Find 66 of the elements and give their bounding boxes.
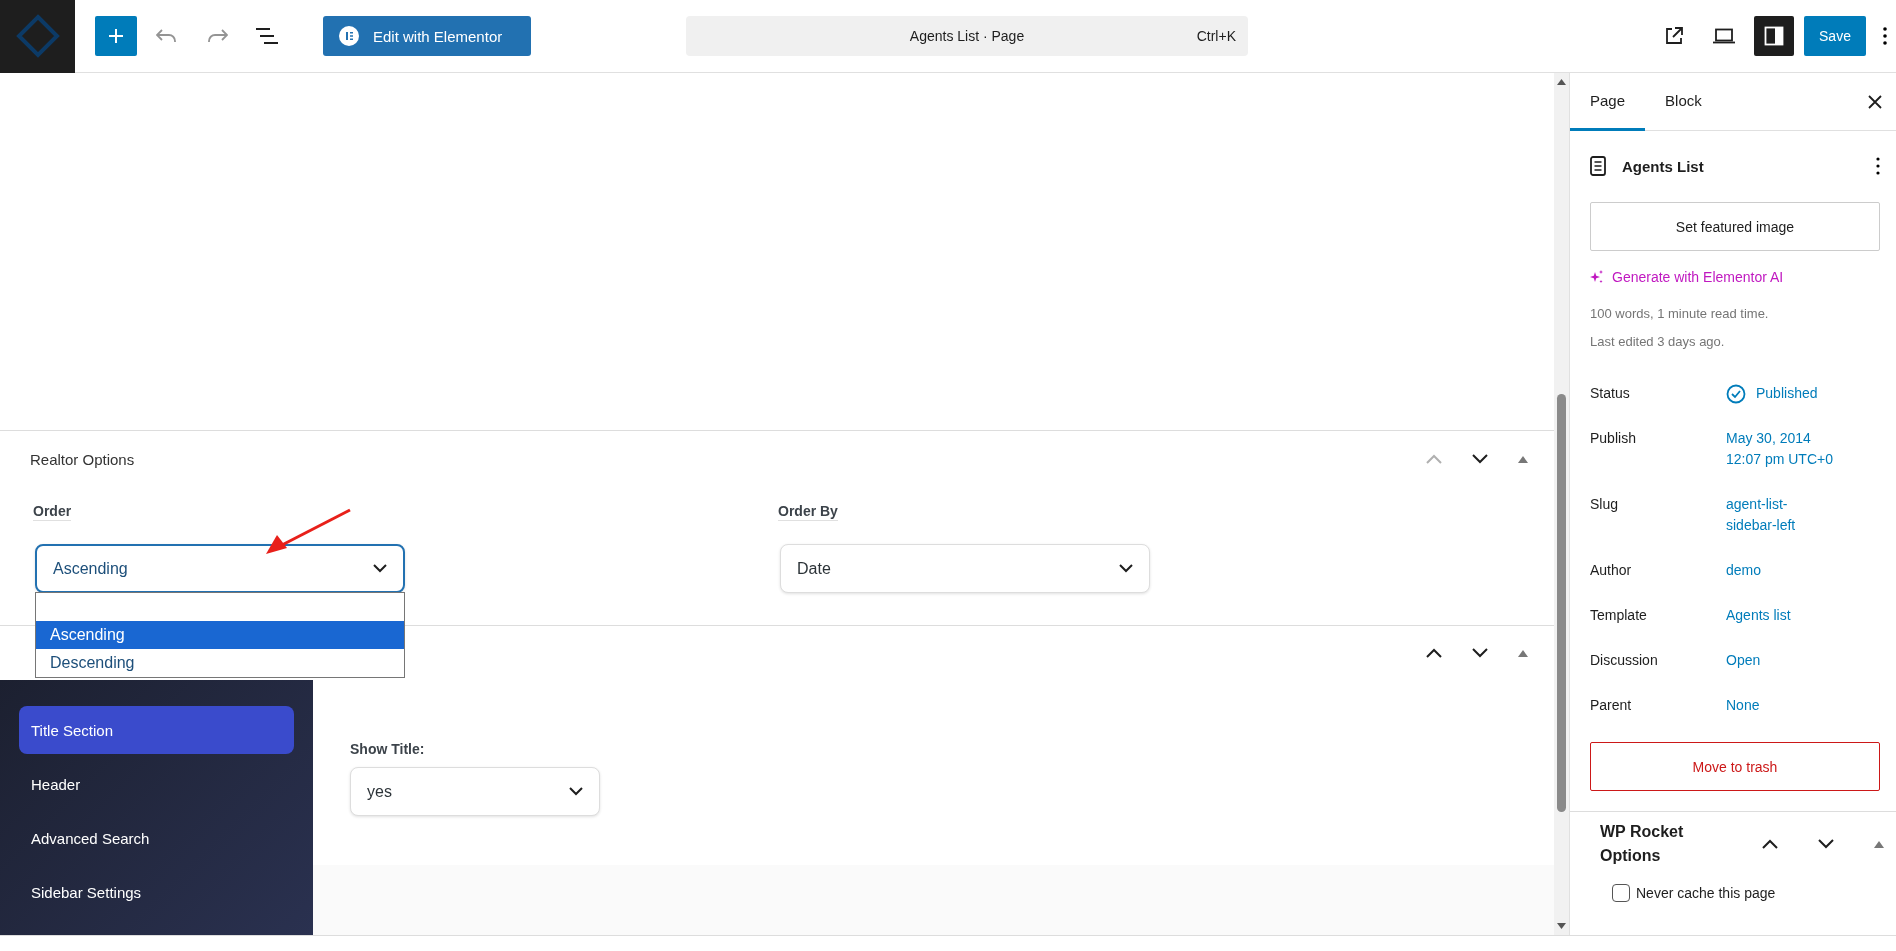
collapse-icon[interactable] (1518, 649, 1528, 657)
move-down-icon[interactable] (1472, 648, 1488, 658)
field-label: Author (1590, 561, 1633, 580)
field-label: Order By (778, 503, 838, 521)
checkbox[interactable] (1612, 884, 1630, 902)
sparkle-icon (1590, 270, 1604, 284)
sidebar-toggle-icon[interactable] (1754, 16, 1794, 56)
scrollbar-thumb[interactable] (1557, 394, 1566, 812)
dropdown-option[interactable]: Descending (36, 649, 404, 677)
page-stats-text: Last edited 3 days ago. (1590, 333, 1726, 351)
checkbox-label: Never cache this page (1636, 885, 1776, 901)
settings-nav-item[interactable]: Title Section (19, 706, 294, 754)
chevron-down-icon (373, 564, 387, 573)
generate-ai-link[interactable]: Generate with Elementor AI (1590, 269, 1784, 285)
scroll-up-icon[interactable] (1557, 79, 1566, 85)
settings-nav-item[interactable]: Sidebar Settings (19, 868, 294, 916)
field-value-link[interactable]: Open (1726, 650, 1761, 671)
field-label: Slug (1590, 495, 1620, 514)
more-options-icon[interactable] (1876, 157, 1880, 175)
field-value-link[interactable]: sidebar-left (1726, 515, 1796, 536)
field-value-link[interactable]: May 30, 2014 (1726, 428, 1811, 449)
move-down-icon[interactable] (1818, 839, 1834, 849)
page-stats-text: 100 words, 1 minute read time. (1590, 305, 1770, 323)
dropdown-option[interactable]: Ascending (36, 621, 404, 649)
move-up-icon[interactable] (1426, 648, 1442, 658)
panel-title: WP Rocket Options (1600, 822, 1685, 866)
field-label: Status (1590, 384, 1631, 403)
add-block-button[interactable] (95, 16, 137, 56)
sidebar-tab[interactable]: Block (1645, 73, 1722, 131)
field-value-link[interactable]: demo (1726, 560, 1762, 581)
meta-box-title: Realtor Options (30, 450, 136, 468)
collapse-icon[interactable] (1874, 840, 1884, 848)
field-label: Discussion (1590, 651, 1659, 670)
field-value-link[interactable]: 12:07 pm UTC+0 (1726, 449, 1833, 470)
field-value-link[interactable]: Agents list (1726, 605, 1791, 626)
select-field[interactable]: yes (350, 767, 600, 816)
move-down-icon[interactable] (1472, 454, 1488, 464)
document-icon (1590, 156, 1606, 176)
settings-nav-item[interactable]: Advanced Search (19, 814, 294, 862)
page-title: Agents List (1622, 157, 1705, 175)
field-label: Show Title: (350, 741, 425, 757)
elementor-icon (339, 26, 359, 46)
select-field[interactable]: Date (780, 544, 1150, 593)
close-icon[interactable] (1868, 94, 1882, 109)
field-label: Template (1590, 606, 1648, 625)
save-button[interactable]: Save (1804, 16, 1866, 56)
field-value-link[interactable]: agent-list- (1726, 494, 1788, 515)
move-up-icon[interactable] (1762, 839, 1778, 849)
chevron-down-icon (569, 787, 583, 796)
scroll-down-icon[interactable] (1557, 923, 1566, 929)
set-featured-image-button[interactable]: Set featured image (1590, 202, 1880, 251)
move-to-trash-button[interactable]: Move to trash (1590, 742, 1880, 791)
command-bar[interactable]: Agents List · Page Ctrl+K (686, 16, 1248, 56)
sidebar-tab[interactable]: Page (1570, 73, 1646, 131)
field-label: Order (33, 503, 72, 521)
edit-with-elementor-button[interactable]: Edit with Elementor (323, 16, 531, 56)
settings-nav-item[interactable]: Header (19, 760, 294, 808)
plus-icon (108, 28, 124, 44)
collapse-icon[interactable] (1518, 455, 1528, 463)
select-field[interactable]: Ascending (35, 544, 405, 593)
status-link[interactable]: Published (1726, 383, 1818, 404)
chevron-down-icon (1119, 564, 1133, 573)
field-label: Parent (1590, 696, 1633, 715)
check-circle-icon (1726, 383, 1746, 404)
field-value-link[interactable]: None (1726, 695, 1760, 716)
field-label: Publish (1590, 429, 1637, 448)
